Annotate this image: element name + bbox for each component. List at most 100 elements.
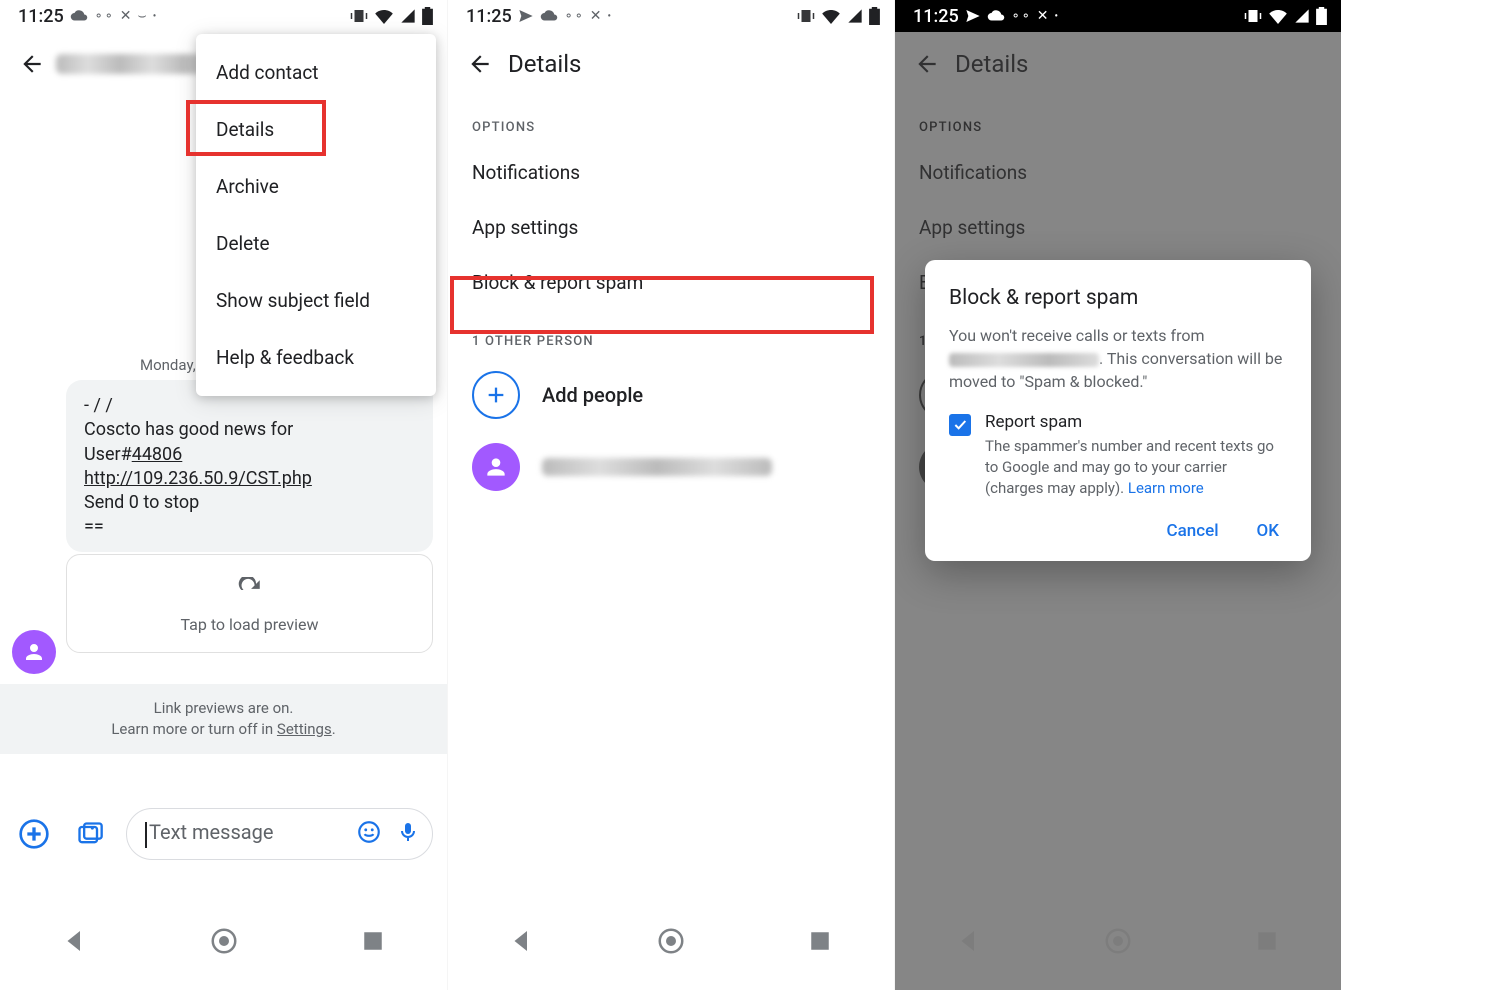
overflow-menu: Add contact Details Archive Delete Show …	[196, 34, 436, 396]
gallery-button[interactable]	[70, 814, 110, 854]
dot-icon: •	[153, 11, 157, 22]
nav-back[interactable]	[507, 926, 537, 956]
msg-line-2: Coscto has good news for	[84, 418, 415, 442]
mic-button[interactable]	[396, 819, 420, 849]
option-notifications[interactable]: Notifications	[448, 145, 894, 200]
voicemail-icon: ⚬⚬	[94, 9, 114, 23]
cloud-icon	[540, 10, 558, 22]
cancel-button[interactable]: Cancel	[1166, 521, 1218, 541]
menu-help[interactable]: Help & feedback	[196, 329, 436, 386]
cell-icon	[1294, 8, 1310, 24]
sender-avatar[interactable]	[12, 630, 56, 674]
send-icon	[965, 8, 981, 24]
link-preview-notice: Link previews are on. Learn more or turn…	[0, 684, 447, 754]
dot-icon: •	[608, 11, 612, 22]
learn-more-link[interactable]: Learn more	[1128, 479, 1204, 497]
scissors-icon: ✕	[120, 8, 132, 24]
add-people-button[interactable]: Add people	[448, 359, 894, 431]
screen-details: 11:25 ⚬⚬ ✕ • Details OPTIONS Notificatio…	[447, 0, 894, 990]
plus-circle-icon	[472, 371, 520, 419]
msg-line-6: ==	[84, 515, 415, 539]
status-bar: 11:25 ⚬⚬ ✕ ⌣ •	[0, 0, 447, 32]
person-row[interactable]	[448, 431, 894, 503]
nav-back[interactable]	[60, 926, 90, 956]
nav-bar	[448, 916, 894, 966]
status-bar: 11:25 ⚬⚬ ✕ •	[895, 0, 1341, 32]
status-time: 11:25	[913, 6, 959, 27]
nav-home[interactable]	[209, 926, 239, 956]
cloud-icon	[987, 10, 1005, 22]
msg-line-5: Send 0 to stop	[84, 491, 415, 515]
person-icon	[22, 640, 46, 664]
emoji-button[interactable]	[356, 819, 382, 849]
dialog-body: You won't receive calls or texts from . …	[949, 324, 1287, 394]
reload-icon	[77, 577, 422, 609]
battery-icon	[869, 7, 880, 25]
battery-icon	[422, 7, 433, 25]
battery-icon	[1316, 7, 1327, 25]
compose-placeholder: Text message	[149, 820, 274, 844]
option-app-settings[interactable]: App settings	[448, 200, 894, 255]
app-bar: Details	[448, 32, 894, 96]
cell-icon	[847, 8, 863, 24]
check-icon	[952, 417, 968, 433]
add-attachment-button[interactable]	[14, 814, 54, 854]
voicemail-icon: ⚬⚬	[1011, 9, 1031, 23]
dot-icon: •	[1055, 11, 1059, 22]
emoji-icon	[356, 819, 382, 845]
other-person-header: 1 OTHER PERSON	[448, 310, 894, 359]
scissors-icon: ✕	[1037, 8, 1049, 24]
menu-add-contact[interactable]: Add contact	[196, 44, 436, 101]
screen-block-dialog: 11:25 ⚬⚬ ✕ • Details OPTIONS Notificatio…	[894, 0, 1341, 990]
gallery-icon	[76, 820, 104, 848]
vibrate-icon	[797, 7, 815, 25]
cloud-icon	[70, 10, 88, 22]
wifi-icon	[821, 8, 841, 24]
person-icon	[483, 454, 509, 480]
vibrate-icon	[1244, 7, 1262, 25]
status-time: 11:25	[466, 6, 512, 27]
options-header: OPTIONS	[448, 96, 894, 145]
settings-link[interactable]: Settings	[277, 720, 332, 738]
back-button[interactable]	[8, 40, 56, 88]
link-preview-card[interactable]: Tap to load preview	[66, 554, 433, 653]
preview-label: Tap to load preview	[77, 615, 422, 634]
checkbox-checked[interactable]	[949, 414, 971, 436]
notice-line-2: Learn more or turn off in Settings.	[10, 719, 437, 740]
back-button[interactable]	[456, 40, 504, 88]
message-timestamp: Monday,	[140, 356, 196, 374]
checkbox-desc: The spammer's number and recent texts go…	[985, 436, 1287, 499]
dialog-title: Block & report spam	[949, 286, 1287, 310]
contact-name-redacted	[56, 54, 216, 74]
nav-recent[interactable]	[358, 926, 388, 956]
more-notif-icon: ⌣	[138, 8, 147, 24]
menu-delete[interactable]: Delete	[196, 215, 436, 272]
status-bar: 11:25 ⚬⚬ ✕ •	[448, 0, 894, 32]
voicemail-icon: ⚬⚬	[564, 9, 584, 23]
nav-home[interactable]	[656, 926, 686, 956]
option-block-spam[interactable]: Block & report spam	[448, 255, 894, 310]
ok-button[interactable]: OK	[1257, 521, 1279, 541]
msg-line-3: User#44806	[84, 443, 415, 467]
plus-circle-icon	[18, 818, 50, 850]
msg-line-1: - / /	[84, 394, 415, 418]
compose-row: Text message	[0, 808, 447, 860]
screen-conversation: 11:25 ⚬⚬ ✕ ⌣ • Add contact Details Archi…	[0, 0, 447, 990]
dialog-actions: Cancel OK	[949, 521, 1287, 545]
scissors-icon: ✕	[590, 8, 602, 24]
nav-recent[interactable]	[805, 926, 835, 956]
checkbox-label: Report spam	[985, 412, 1287, 432]
page-title: Details	[508, 50, 581, 78]
vibrate-icon	[350, 7, 368, 25]
person-avatar	[472, 443, 520, 491]
menu-details[interactable]: Details	[196, 101, 436, 158]
compose-input[interactable]: Text message	[126, 808, 433, 860]
message-bubble[interactable]: - / / Coscto has good news for User#4480…	[66, 380, 433, 552]
message-area: Monday, - / / Coscto has good news for U…	[0, 360, 447, 653]
report-spam-checkbox-row[interactable]: Report spam The spammer's number and rec…	[949, 412, 1287, 499]
menu-archive[interactable]: Archive	[196, 158, 436, 215]
msg-link[interactable]: http://109.236.50.9/CST.php	[84, 467, 415, 491]
status-time: 11:25	[18, 6, 64, 27]
menu-show-subject[interactable]: Show subject field	[196, 272, 436, 329]
block-dialog: Block & report spam You won't receive ca…	[925, 260, 1311, 561]
